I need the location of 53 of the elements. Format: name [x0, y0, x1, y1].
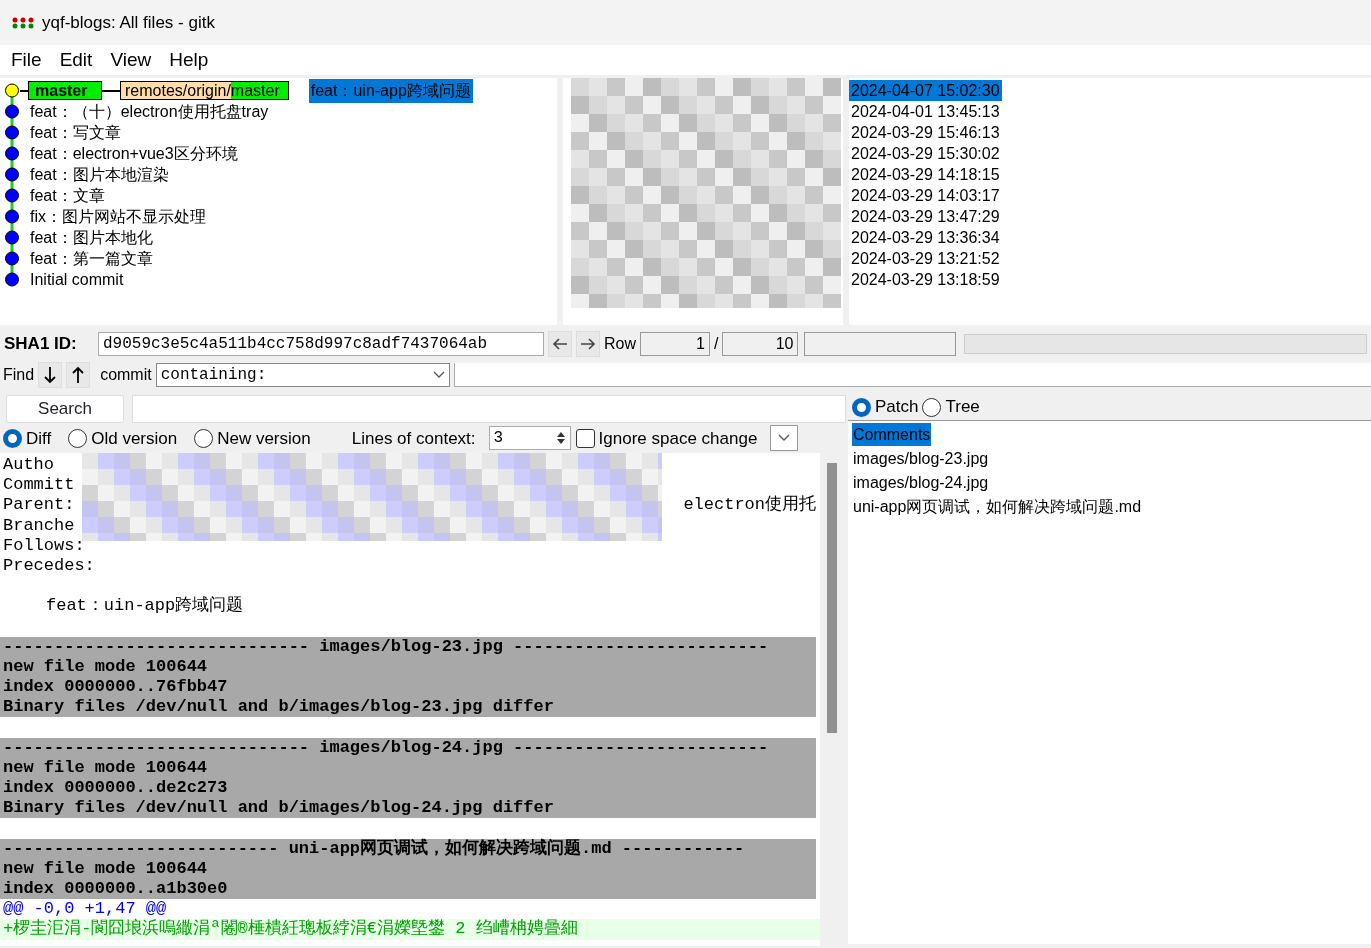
- commit-date[interactable]: 2024-04-07 15:02:30: [849, 80, 1002, 101]
- row-label: Row: [604, 334, 636, 354]
- file-list-item[interactable]: images/blog-24.jpg: [852, 471, 990, 494]
- row-separator: /: [714, 334, 719, 354]
- file-list-item[interactable]: Comments: [852, 423, 932, 446]
- row-field: 1: [640, 332, 710, 356]
- context-spinbox[interactable]: 3: [488, 426, 571, 451]
- commit-date[interactable]: 2024-03-29 13:36:34: [849, 227, 1002, 248]
- commit-label: commit: [100, 365, 152, 385]
- dropdown-button[interactable]: [770, 425, 799, 452]
- commit-message-text: feat：uin-app跨域问题: [45, 596, 244, 616]
- app-icon: [12, 16, 34, 29]
- diff-header-label: Autho: [3, 455, 54, 476]
- caret-icon: [432, 371, 445, 379]
- ignore-space-checkbox[interactable]: Ignore space change: [575, 425, 758, 451]
- commit-date[interactable]: 2024-03-29 15:30:02: [849, 143, 1002, 164]
- file-list-item[interactable]: images/blog-23.jpg: [852, 447, 990, 470]
- search-button[interactable]: Search: [6, 394, 124, 423]
- hunk-header-line: @@ -0,0 +1,47 @@: [2, 899, 168, 919]
- commit-date[interactable]: 2024-03-29 14:18:15: [849, 164, 1002, 185]
- window-title: yqf-blogs: All files - gitk: [42, 11, 215, 34]
- context-label: Lines of context:: [351, 427, 476, 450]
- commit-date[interactable]: 2024-03-29 13:21:52: [849, 248, 1002, 269]
- commit-date[interactable]: 2024-03-29 15:46:13: [849, 122, 1002, 143]
- diff-mode-radio[interactable]: Diff: [3, 425, 52, 451]
- diff-mode-radio[interactable]: Old version: [68, 425, 178, 451]
- sha1-label: SHA1 ID:: [4, 333, 78, 356]
- commit-date[interactable]: 2024-04-01 13:45:13: [849, 101, 1002, 122]
- find-field[interactable]: [453, 363, 1371, 387]
- commit-date[interactable]: 2024-03-29 14:03:17: [849, 185, 1002, 206]
- view-mode-radio[interactable]: Tree: [922, 394, 980, 420]
- commit-date[interactable]: 2024-03-29 13:18:59: [849, 269, 1002, 290]
- branch-tag[interactable]: master: [28, 81, 102, 100]
- diff-mode-radio[interactable]: New version: [194, 425, 311, 451]
- menu-item[interactable]: File: [11, 45, 42, 75]
- file-list-item[interactable]: uni-app网页调试，如何解决跨域问题.md: [852, 495, 1143, 518]
- menu-item[interactable]: Edit: [59, 45, 93, 75]
- diff-header-label: Committ: [3, 475, 75, 496]
- commit-date[interactable]: 2024-03-29 13:47:29: [849, 206, 1002, 227]
- sha1-field[interactable]: d9059c3e5c4a511b4cc758d997c8adf7437064ab: [98, 332, 544, 356]
- menu-item[interactable]: View: [110, 45, 152, 75]
- search-field[interactable]: [132, 394, 846, 423]
- row-count-field: 10: [722, 332, 799, 356]
- diff-header-label: Follows:: [3, 535, 85, 556]
- find-label: Find: [3, 365, 35, 385]
- commit-parent-title: electron使用托: [683, 495, 817, 516]
- caret-icon: [778, 434, 791, 443]
- commit-message[interactable]: feat：uin-app跨域问题: [308, 78, 473, 103]
- diff-header-label: Parent:: [3, 495, 75, 516]
- diff-header-label: Branche: [3, 515, 75, 536]
- diff-header-label: Precedes:: [3, 555, 95, 577]
- menu-item[interactable]: Help: [169, 45, 209, 75]
- find-mode-dropdown[interactable]: containing:: [155, 363, 450, 387]
